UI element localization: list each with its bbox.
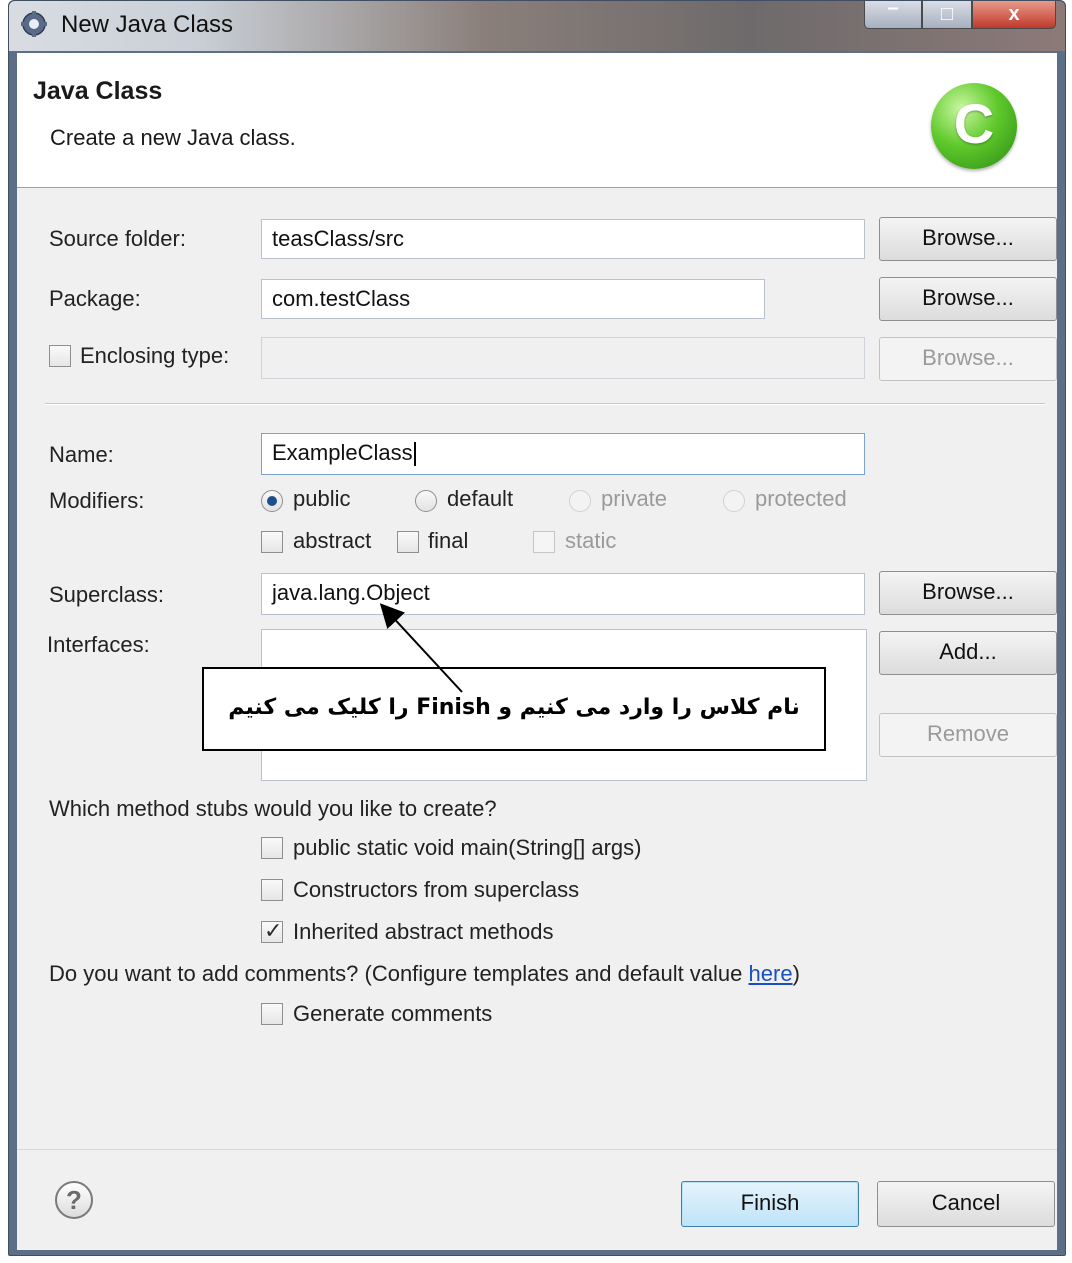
title-bar[interactable]: New Java Class – □ x (9, 0, 1065, 51)
enclosing-type-browse-button[interactable]: Browse... (879, 337, 1057, 381)
configure-templates-link[interactable]: here (749, 961, 793, 986)
generate-comments-label[interactable]: Generate comments (293, 1001, 492, 1027)
name-input-value: ExampleClass (272, 440, 413, 465)
text-caret (413, 442, 416, 467)
main-method-checkbox[interactable] (261, 837, 283, 859)
comments-question: Do you want to add comments? (Configure … (49, 961, 800, 987)
source-folder-input[interactable]: teasClass/src (261, 219, 865, 259)
interfaces-remove-button[interactable]: Remove (879, 713, 1057, 757)
package-label: Package: (49, 286, 141, 311)
radio-default-label[interactable]: default (447, 486, 513, 512)
radio-default[interactable] (415, 490, 437, 512)
java-class-icon-letter: C (953, 92, 995, 155)
comments-question-suffix: ) (792, 961, 800, 986)
close-icon: x (1008, 3, 1020, 25)
eclipse-gear-icon (21, 11, 47, 37)
constructors-checkbox[interactable] (261, 879, 283, 901)
enclosing-type-checkbox[interactable] (49, 345, 71, 367)
new-java-class-dialog: New Java Class – □ x Java Class Create a… (8, 0, 1066, 1256)
maximize-icon: □ (940, 3, 954, 25)
superclass-input[interactable]: java.lang.Object (261, 573, 865, 615)
radio-protected[interactable] (723, 490, 745, 512)
final-label[interactable]: final (428, 528, 468, 554)
name-label: Name: (49, 442, 114, 467)
abstract-checkbox[interactable] (261, 531, 283, 553)
enclosing-type-label: Enclosing type: (80, 343, 230, 368)
wizard-subtitle: Create a new Java class. (50, 125, 296, 150)
abstract-label[interactable]: abstract (293, 528, 371, 554)
minimize-icon: – (887, 0, 899, 19)
wizard-title: Java Class (33, 77, 163, 105)
main-method-label[interactable]: public static void main(String[] args) (293, 835, 641, 861)
window-title: New Java Class (61, 11, 234, 38)
close-button[interactable]: x (972, 1, 1056, 29)
radio-protected-label[interactable]: protected (755, 486, 847, 512)
generate-comments-checkbox[interactable] (261, 1003, 283, 1025)
radio-public-label[interactable]: public (293, 486, 350, 512)
modifiers-label: Modifiers: (49, 488, 145, 513)
comments-question-text: Do you want to add comments? (Configure … (49, 961, 749, 986)
help-icon[interactable]: ? (55, 1181, 93, 1219)
static-label[interactable]: static (565, 528, 616, 554)
radio-public[interactable] (261, 490, 283, 512)
source-folder-label: Source folder: (49, 226, 186, 251)
separator (45, 403, 1045, 405)
dialog-body: Java Class Create a new Java class. C So… (17, 53, 1057, 1250)
java-class-icon: C (931, 83, 1017, 169)
finish-button[interactable]: Finish (681, 1181, 859, 1227)
interfaces-add-button[interactable]: Add... (879, 631, 1057, 675)
enclosing-type-input[interactable] (261, 337, 865, 379)
interfaces-label: Interfaces: (47, 632, 150, 657)
wizard-header: Java Class Create a new Java class. C (17, 53, 1057, 188)
final-checkbox[interactable] (397, 531, 419, 553)
maximize-button[interactable]: □ (922, 1, 972, 29)
inherited-abstract-checkbox[interactable]: ✓ (261, 918, 283, 943)
static-checkbox[interactable] (533, 531, 555, 553)
cancel-button[interactable]: Cancel (877, 1181, 1055, 1227)
superclass-browse-button[interactable]: Browse... (879, 571, 1057, 615)
checkmark-icon: ✓ (264, 918, 283, 943)
package-browse-button[interactable]: Browse... (879, 277, 1057, 321)
constructors-label[interactable]: Constructors from superclass (293, 877, 579, 903)
package-input[interactable]: com.testClass (261, 279, 765, 319)
superclass-label: Superclass: (49, 582, 164, 607)
method-stubs-question: Which method stubs would you like to cre… (49, 796, 497, 821)
radio-private[interactable] (569, 490, 591, 512)
source-folder-browse-button[interactable]: Browse... (879, 217, 1057, 261)
radio-private-label[interactable]: private (601, 486, 667, 512)
inherited-abstract-label[interactable]: Inherited abstract methods (293, 919, 553, 945)
tutorial-annotation: نام کلاس را وارد می کنیم و Finish را کلی… (202, 667, 826, 751)
name-input[interactable]: ExampleClass (261, 433, 865, 475)
minimize-button[interactable]: – (864, 0, 922, 29)
radio-selected-dot (267, 496, 277, 506)
